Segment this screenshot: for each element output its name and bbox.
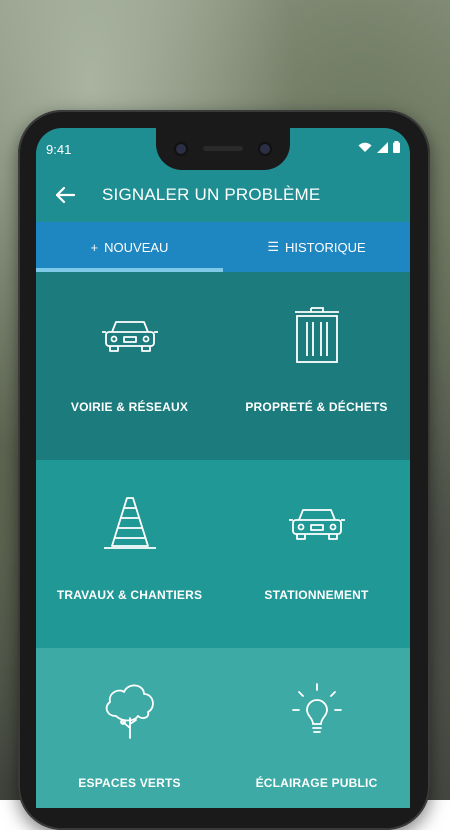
traffic-cone-icon (103, 497, 156, 549)
app-screen: 9:41 SIGNALER UN PROBLÈME + NOUVEAU ☰ HI… (36, 128, 410, 808)
battery-icon (393, 141, 400, 153)
car-icon (288, 509, 345, 540)
sensor-icon (260, 144, 270, 154)
wifi-icon (358, 142, 372, 152)
signal-icon (377, 141, 388, 153)
tab-historique[interactable]: ☰ HISTORIQUE (223, 222, 410, 272)
category-label: VOIRIE & RÉSEAUX (70, 400, 189, 414)
list-icon: ☰ (267, 239, 279, 254)
app-bar: SIGNALER UN PROBLÈME (36, 168, 410, 222)
lightbulb-icon (291, 683, 342, 733)
trash-icon (294, 307, 339, 363)
arrow-left-icon[interactable] (54, 184, 76, 206)
category-proprete-dechets[interactable]: PROPRETÉ & DÉCHETS (223, 272, 410, 460)
tab-label: HISTORIQUE (284, 239, 366, 255)
category-label: ESPACES VERTS (78, 776, 181, 790)
page-title: SIGNALER UN PROBLÈME (102, 185, 321, 204)
tab-nouveau[interactable]: + NOUVEAU (36, 222, 223, 272)
category-label: ÉCLAIRAGE PUBLIC (255, 776, 378, 790)
tree-icon (105, 684, 154, 739)
status-time: 9:41 (46, 142, 72, 157)
category-label: STATIONNEMENT (264, 588, 369, 602)
car-icon (101, 321, 158, 352)
plus-icon: + (90, 239, 99, 255)
tab-label: NOUVEAU (104, 239, 169, 255)
tab-bar: + NOUVEAU ☰ HISTORIQUE (36, 222, 410, 272)
camera-lens-icon (176, 144, 186, 154)
status-icons (358, 141, 400, 153)
camera-notch (156, 128, 290, 170)
category-espaces-verts[interactable]: ESPACES VERTS (36, 648, 223, 808)
category-stationnement[interactable]: STATIONNEMENT (223, 460, 410, 648)
category-eclairage-public[interactable]: ÉCLAIRAGE PUBLIC (223, 648, 410, 808)
category-grid: VOIRIE & RÉSEAUX PROPRETÉ & DÉCHETS TRAV… (36, 272, 410, 808)
category-label: PROPRETÉ & DÉCHETS (245, 400, 388, 414)
category-voirie-reseaux[interactable]: VOIRIE & RÉSEAUX (36, 272, 223, 460)
category-travaux-chantiers[interactable]: TRAVAUX & CHANTIERS (36, 460, 223, 648)
speaker-grille (203, 146, 243, 151)
category-label: TRAVAUX & CHANTIERS (56, 588, 203, 602)
